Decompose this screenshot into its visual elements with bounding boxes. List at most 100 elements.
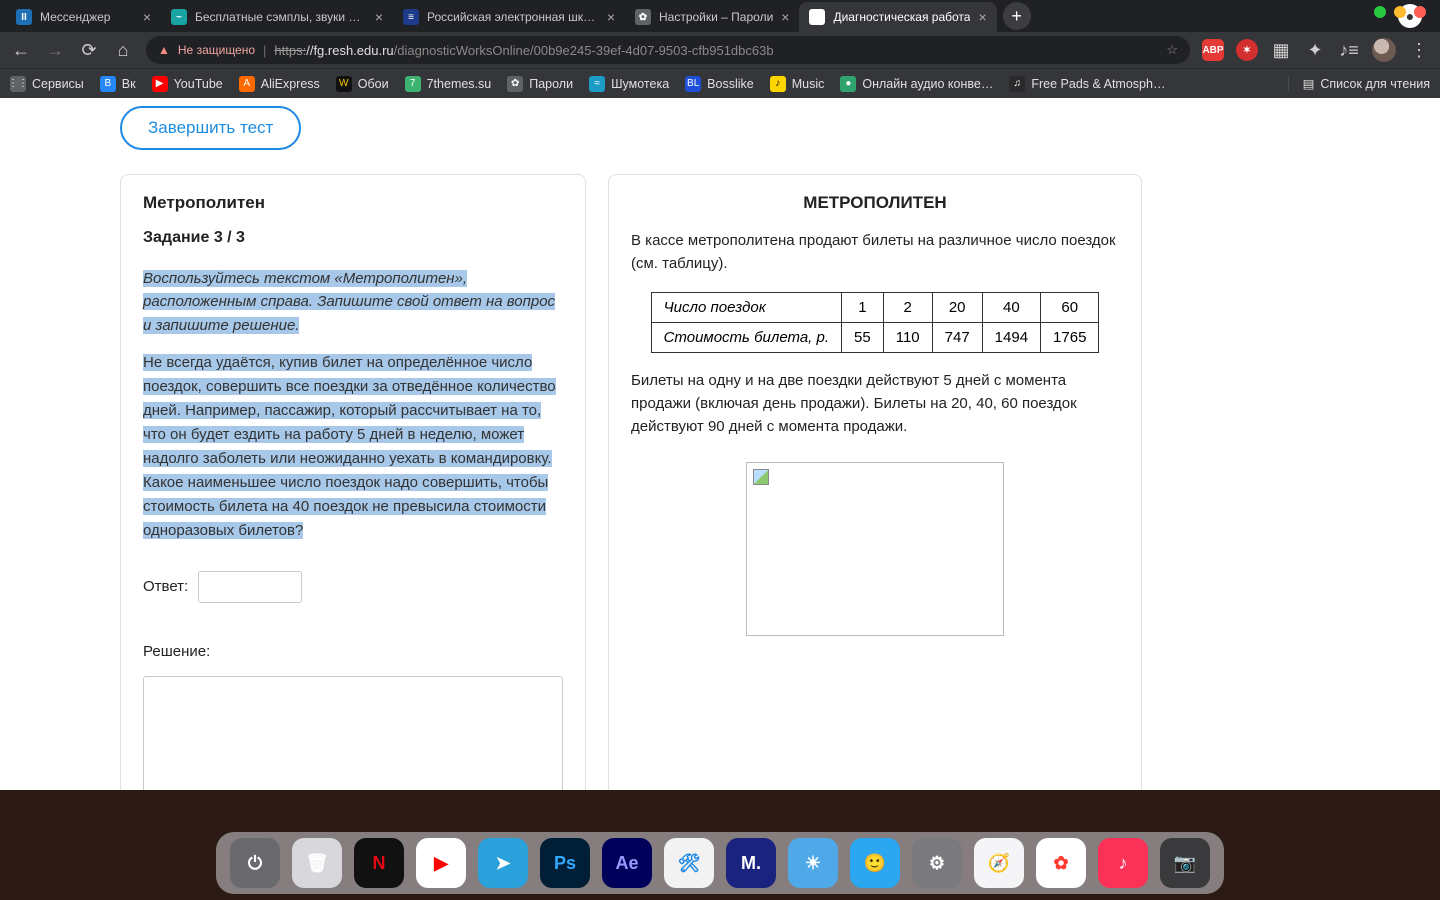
tab-favicon: ~ (171, 9, 187, 25)
task-title: Метрополитен (143, 193, 563, 213)
dock-app-m-app[interactable]: M. (726, 838, 776, 888)
dock-app-finder[interactable]: 🙂 (850, 838, 900, 888)
browser-tab[interactable]: II Мессенджер × (6, 2, 161, 32)
bookmark-favicon: ♫ (1009, 76, 1025, 92)
macos-dock: ⏻🗑N▶➤PsAe🛠M.☀🙂⚙🧭✿♪📷 (216, 832, 1224, 894)
bookmarks-bar: ⋮⋮Сервисы B Вк ▶YouTube A AliExpress W Обои 7 7th… (0, 68, 1440, 98)
extensions-icon[interactable]: ✦ (1304, 40, 1326, 61)
tab-title: Настройки – Пароли (659, 10, 773, 24)
chrome-menu-icon[interactable]: ⋮ (1408, 40, 1430, 61)
tab-close-icon[interactable]: × (375, 9, 383, 25)
omnibox[interactable]: ▲ Не защищено | https://fg.resh.edu.ru/d… (146, 36, 1190, 64)
page-viewport[interactable]: Завершить тест Метрополитен Задание 3 / … (0, 98, 1440, 790)
forward-button[interactable]: → (44, 40, 66, 61)
bookmark-favicon: ⋮⋮ (10, 76, 26, 92)
bookmark-item[interactable]: ✿Пароли (507, 76, 573, 92)
dock-app-settings[interactable]: ⚙ (912, 838, 962, 888)
dock-app-weather[interactable]: ☀ (788, 838, 838, 888)
fare-col: 1 (842, 292, 884, 322)
browser-tab[interactable]: Диагностическая работа × (799, 2, 996, 32)
dock-app-telegram[interactable]: ➤ (478, 838, 528, 888)
security-label: Не защищено (178, 43, 255, 57)
solution-textarea[interactable] (143, 676, 563, 790)
tab-favicon: ✿ (635, 9, 651, 25)
dock-app-photos[interactable]: ✿ (1036, 838, 1086, 888)
dock-app-camera[interactable]: 📷 (1160, 838, 1210, 888)
bookmark-favicon: B (100, 76, 116, 92)
bookmark-label: Онлайн аудио конве… (862, 77, 993, 91)
bookmark-item[interactable]: ⋮⋮Сервисы (10, 76, 84, 92)
tab-title: Мессенджер (40, 10, 135, 24)
tab-close-icon[interactable]: × (781, 9, 789, 25)
bookmark-item[interactable]: ● Онлайн аудио конве… (840, 76, 993, 92)
bookmark-label: Обои (358, 77, 389, 91)
dock-app-safari[interactable]: 🧭 (974, 838, 1024, 888)
dock-app-music[interactable]: ♪ (1098, 838, 1148, 888)
tab-favicon: II (16, 9, 32, 25)
finish-test-button[interactable]: Завершить тест (120, 106, 301, 150)
bookmark-item[interactable]: ♫Free Pads & Atmosph… (1009, 76, 1165, 92)
new-tab-button[interactable]: + (1003, 2, 1031, 30)
bookmark-item[interactable]: ♪Music (770, 76, 825, 92)
bookmark-label: Шумотека (611, 77, 669, 91)
dock-app-power[interactable]: ⏻ (230, 838, 280, 888)
bookmark-item[interactable]: A AliExpress (239, 76, 320, 92)
bookmark-item[interactable]: 7 7themes.su (405, 76, 492, 92)
fare-price: 110 (883, 322, 932, 352)
tab-title: Бесплатные сэмплы, звуки и лупы (195, 10, 367, 24)
bookmark-label: Bosslike (707, 77, 754, 91)
solution-label: Решение: (143, 643, 563, 660)
dock-app-xcode[interactable]: 🛠 (664, 838, 714, 888)
bookmark-favicon: A (239, 76, 255, 92)
profile-avatar[interactable] (1372, 38, 1396, 62)
dock-app-netflix[interactable]: N (354, 838, 404, 888)
traffic-min-icon[interactable] (1394, 6, 1406, 18)
bookmark-label: 7themes.su (427, 77, 492, 91)
bookmark-label: AliExpress (261, 77, 320, 91)
bookmark-label: Вк (122, 77, 136, 91)
fare-col: 60 (1041, 292, 1099, 322)
broken-image-placeholder (746, 462, 1004, 636)
traffic-close-icon[interactable] (1374, 6, 1386, 18)
tab-close-icon[interactable]: × (143, 9, 151, 25)
answer-input[interactable] (198, 571, 302, 603)
bookmark-item[interactable]: ≈Шумотека (589, 76, 669, 92)
bookmark-item[interactable]: ▶YouTube (152, 76, 223, 92)
bookmark-favicon: ♪ (770, 76, 786, 92)
dock-app-youtube[interactable]: ▶ (416, 838, 466, 888)
dock-app-photoshop[interactable]: Ps (540, 838, 590, 888)
browser-tab[interactable]: ✿ Настройки – Пароли × (625, 2, 799, 32)
dock-app-aftereffects[interactable]: Ae (602, 838, 652, 888)
bookmark-favicon: W (336, 76, 352, 92)
bookmark-favicon: ✿ (507, 76, 523, 92)
ext-grid-icon[interactable]: ▦ (1270, 40, 1292, 61)
back-button[interactable]: ← (10, 40, 32, 61)
url-text: https://fg.resh.edu.ru/diagnosticWorksOn… (274, 43, 773, 58)
reading-list-button[interactable]: ▤Список для чтения (1288, 76, 1430, 91)
browser-tab[interactable]: ~ Бесплатные сэмплы, звуки и лупы × (161, 2, 393, 32)
bookmark-item[interactable]: W Обои (336, 76, 389, 92)
reload-button[interactable]: ⟳ (78, 40, 100, 61)
bookmark-item[interactable]: BLBosslike (685, 76, 754, 92)
media-icon[interactable]: ♪≡ (1338, 40, 1360, 61)
task-card: Метрополитен Задание 3 / 3 Воспользуйтес… (120, 174, 586, 790)
ext-red-icon[interactable]: ✶ (1236, 39, 1258, 61)
tab-close-icon[interactable]: × (607, 9, 615, 25)
bookmark-favicon: 7 (405, 76, 421, 92)
reference-footer: Билеты на одну и на две поездки действую… (631, 369, 1119, 439)
bookmark-favicon: ● (840, 76, 856, 92)
task-body: Не всегда удаётся, купив билет на опреде… (143, 351, 563, 543)
fare-col: 2 (883, 292, 932, 322)
browser-tabstrip: II Мессенджер ×~ Бесплатные сэмплы, звук… (0, 0, 1440, 32)
traffic-max-icon[interactable] (1414, 6, 1426, 18)
bookmark-star-icon[interactable]: ☆ (1166, 42, 1178, 58)
tab-close-icon[interactable]: × (978, 9, 986, 25)
home-button[interactable]: ⌂ (112, 40, 134, 61)
reference-card: МЕТРОПОЛИТЕН В кассе метрополитена прода… (608, 174, 1142, 790)
dock-app-trash[interactable]: 🗑 (292, 838, 342, 888)
browser-tab[interactable]: ≡ Российская электронная школа × (393, 2, 625, 32)
ext-abp-icon[interactable]: ABP (1202, 39, 1224, 61)
fare-price: 55 (842, 322, 884, 352)
bookmark-item[interactable]: B Вк (100, 76, 136, 92)
fare-row1-label: Число поездок (651, 292, 841, 322)
